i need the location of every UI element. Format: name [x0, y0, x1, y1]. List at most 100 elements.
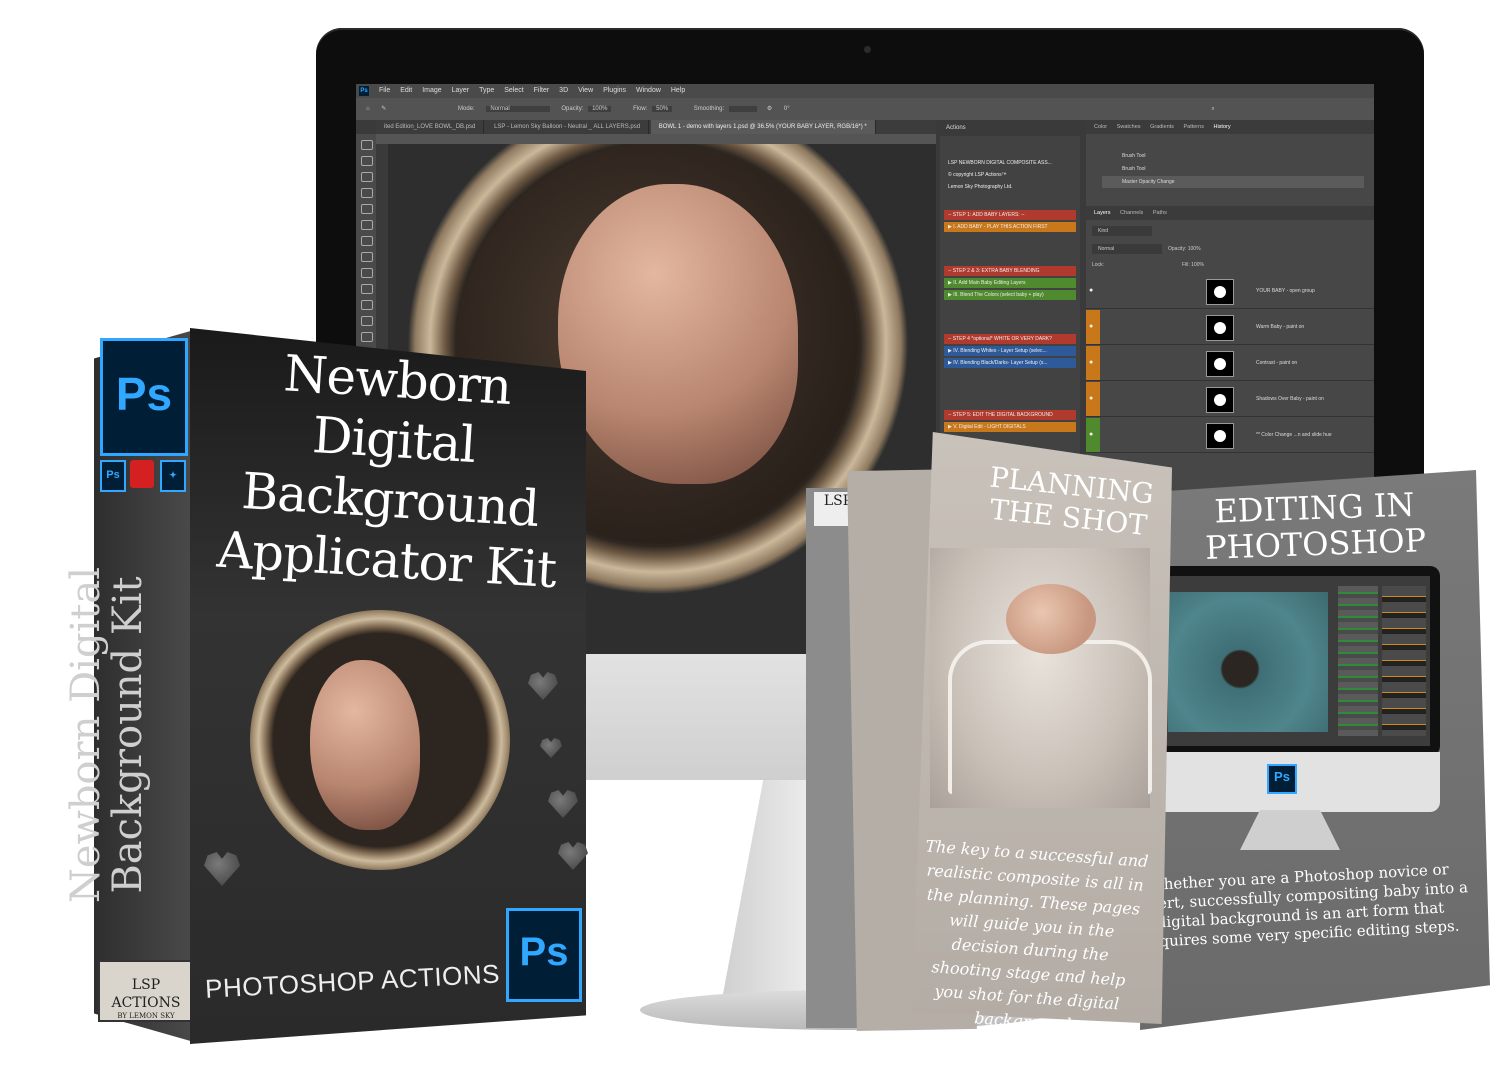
layer-mask-thumbnail[interactable]	[1206, 279, 1234, 305]
tab-patterns[interactable]: Patterns	[1183, 124, 1203, 130]
eye-icon[interactable]: ●	[1086, 274, 1100, 308]
lasso-tool-icon[interactable]	[361, 172, 373, 182]
document-tabs: ited Edition_LOVE BOWL_DB.psd LSP - Lemo…	[376, 120, 936, 134]
layers-opacity-input[interactable]: 100%	[1188, 246, 1201, 252]
action-item[interactable]: ▶ II. Add Main Baby Editing Layers	[944, 278, 1076, 288]
quick-select-tool-icon[interactable]	[361, 188, 373, 198]
menu-file[interactable]: File	[379, 87, 390, 94]
brush-tool-icon[interactable]	[361, 268, 373, 278]
action-item[interactable]: ▶ IV. Blending Whites - Layer Setup (sel…	[944, 346, 1076, 356]
crib-baby	[1006, 584, 1096, 654]
layer-name: Shadows Over Baby - paint on	[1256, 396, 1324, 402]
menu-image[interactable]: Image	[422, 87, 441, 94]
smoothing-input[interactable]	[728, 106, 757, 112]
eyedropper-tool-icon[interactable]	[361, 236, 373, 246]
history-item[interactable]: Brush Tool	[1102, 150, 1364, 162]
menu-type[interactable]: Type	[479, 87, 494, 94]
logo-line2: BY LEMON SKY	[117, 1012, 175, 1020]
booklet-imac-screen	[1160, 576, 1430, 746]
history-brush-tool-icon[interactable]	[361, 300, 373, 310]
menu-edit[interactable]: Edit	[400, 87, 412, 94]
tab-paths[interactable]: Paths	[1153, 210, 1167, 216]
flow-input[interactable]: 50%	[652, 106, 673, 112]
blend-mode-select[interactable]: Normal	[1092, 244, 1162, 254]
eraser-tool-icon[interactable]	[361, 316, 373, 326]
menu-layer[interactable]: Layer	[452, 87, 470, 94]
action-item[interactable]: ▶ IV. Blending Black/Darks- Layer Setup …	[944, 358, 1076, 368]
action-item[interactable]: -- STEP 5: EDIT THE DIGITAL BACKGROUND	[944, 410, 1076, 420]
layer-name: ** Color Change ...n and slide hue	[1256, 432, 1332, 438]
eye-icon[interactable]: ●	[1086, 418, 1100, 452]
stamp-tool-icon[interactable]	[361, 284, 373, 294]
eye-icon[interactable]: ●	[1086, 346, 1100, 380]
layer-row[interactable]: ● Contrast - paint on	[1086, 346, 1374, 381]
tab-balloon[interactable]: LSP - Lemon Sky Balloon - Neutral _ ALL …	[486, 120, 650, 134]
planning-booklet-text: The key to a successful and realistic co…	[924, 836, 1150, 1035]
action-item[interactable]: © copyright LSP Actions™	[944, 170, 1076, 180]
marquee-tool-icon[interactable]	[361, 156, 373, 166]
mode-label: Mode:	[458, 106, 475, 112]
layer-filter-select[interactable]: Kind	[1092, 226, 1152, 236]
layer-mask-thumbnail[interactable]	[1206, 423, 1234, 449]
gear-icon[interactable]: ⚙	[767, 106, 772, 112]
spine-title: Newborn Digital Background Kit	[63, 455, 155, 1015]
box-title: Newborn Digital Background Applicator Ki…	[193, 339, 591, 602]
tab-layers[interactable]: Layers	[1094, 210, 1111, 216]
spine-title-line1: Newborn Digital	[63, 566, 109, 904]
action-item[interactable]: ▶ I. ADD BABY - PLAY THIS ACTION FIRST	[944, 222, 1076, 232]
action-item[interactable]: -- STEP 2 & 3: EXTRA BABY BLENDING	[944, 266, 1076, 276]
tab-channels[interactable]: Channels	[1120, 210, 1143, 216]
tab-color[interactable]: Color	[1094, 124, 1107, 130]
menu-window[interactable]: Window	[636, 87, 661, 94]
layer-row[interactable]: ● ** Color Change ...n and slide hue	[1086, 418, 1374, 453]
angle-input[interactable]: 0°	[784, 106, 790, 112]
action-item[interactable]: ▶ III. Blend The Colors (select baby + p…	[944, 290, 1076, 300]
action-item[interactable]: LSP NEWBORN DIGITAL COMPOSITE ASS...	[944, 158, 1076, 168]
crop-tool-icon[interactable]	[361, 204, 373, 214]
tab-love-bowl[interactable]: ited Edition_LOVE BOWL_DB.psd	[376, 120, 485, 134]
action-item[interactable]: ▶ V. Digital Edit - LIGHT DIGITALS	[944, 422, 1076, 432]
spine-ps-badge-icon: Ps	[100, 338, 188, 456]
action-item[interactable]: Lemon Sky Photography Ltd.	[944, 182, 1076, 192]
menu-3d[interactable]: 3D	[559, 87, 568, 94]
frame-tool-icon[interactable]	[361, 220, 373, 230]
menu-view[interactable]: View	[578, 87, 593, 94]
home-icon[interactable]: ⌂	[366, 106, 370, 112]
layers-fill: Fill: 100%	[1182, 260, 1204, 270]
layer-row[interactable]: ● YOUR BABY - open group	[1086, 274, 1374, 309]
box-baby-photo	[310, 660, 420, 830]
mode-select[interactable]: Normal	[486, 106, 550, 112]
opacity-input[interactable]: 100%	[588, 106, 612, 112]
layer-mask-thumbnail[interactable]	[1206, 387, 1234, 413]
layer-row[interactable]: ● Shadows Over Baby - paint on	[1086, 382, 1374, 417]
healing-tool-icon[interactable]	[361, 252, 373, 262]
eye-icon[interactable]: ●	[1086, 382, 1100, 416]
action-item[interactable]: -- STEP 4 *optional* WHITE OR VERY DARK?	[944, 334, 1076, 344]
tab-swatches[interactable]: Swatches	[1117, 124, 1141, 130]
editing-booklet-title: EDITING IN PHOTOSHOP	[1204, 485, 1427, 567]
history-item-selected[interactable]: Master Opacity Change	[1102, 176, 1364, 188]
layer-row[interactable]: ● Warm Baby - paint on	[1086, 310, 1374, 345]
layer-mask-thumbnail[interactable]	[1206, 351, 1234, 377]
history-item[interactable]: Brush Tool	[1102, 163, 1364, 175]
search-icon[interactable]: ⌕	[1211, 106, 1214, 112]
brush-tool-icon[interactable]: ✎	[381, 106, 386, 112]
gradient-tool-icon[interactable]	[361, 332, 373, 342]
spine-title-line2: Background Kit	[105, 576, 151, 894]
tab-gradients[interactable]: Gradients	[1150, 124, 1174, 130]
menu-select[interactable]: Select	[504, 87, 523, 94]
menu-help[interactable]: Help	[671, 87, 685, 94]
lsp-actions-logo: LSP ACTIONS BY LEMON SKY	[98, 960, 194, 1022]
action-item[interactable]: -- STEP 1: ADD BABY LAYERS: --	[944, 210, 1076, 220]
menu-bar: Ps File Edit Image Layer Type Select Fil…	[356, 84, 1374, 98]
menu-filter[interactable]: Filter	[534, 87, 550, 94]
tab-bowl-demo[interactable]: BOWL 1 - demo with layers 1.psd @ 36.5% …	[650, 120, 876, 134]
menu-plugins[interactable]: Plugins	[603, 87, 626, 94]
move-tool-icon[interactable]	[361, 140, 373, 150]
opacity-label: Opacity:	[561, 106, 584, 112]
layers-panel-tabs: Layers Channels Paths	[1086, 206, 1374, 220]
eye-icon[interactable]: ●	[1086, 310, 1100, 344]
layer-mask-thumbnail[interactable]	[1206, 315, 1234, 341]
tab-history[interactable]: History	[1213, 124, 1230, 130]
fill-input[interactable]: 100%	[1191, 262, 1204, 268]
